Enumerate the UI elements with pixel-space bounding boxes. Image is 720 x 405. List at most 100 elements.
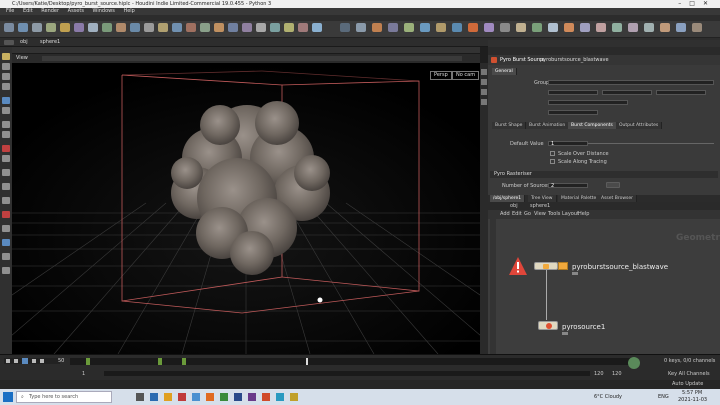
pose-tool-icon[interactable] — [2, 107, 10, 114]
point-snap-icon[interactable] — [2, 197, 10, 204]
app-icon-2[interactable] — [234, 393, 242, 401]
app-icon-3[interactable] — [248, 393, 256, 401]
keyframe[interactable] — [182, 358, 186, 365]
sources-clear-button[interactable] — [606, 182, 620, 188]
flip-tool-icon[interactable] — [420, 23, 430, 32]
back-icon[interactable] — [4, 40, 14, 45]
clock-date[interactable]: 2021-11-03 — [678, 398, 707, 403]
l-system-tool-icon[interactable] — [200, 23, 210, 32]
lock-icon[interactable] — [2, 267, 10, 274]
step-back-icon[interactable] — [14, 359, 18, 363]
network-menu-help[interactable]: Help — [578, 212, 589, 217]
camera-icon[interactable] — [481, 99, 487, 105]
primitive-snap-icon[interactable] — [2, 183, 10, 190]
snap-tool-icon[interactable] — [2, 145, 10, 152]
blastwave-node[interactable] — [534, 262, 558, 270]
default-value-slider[interactable] — [588, 143, 714, 144]
line-tool-icon[interactable] — [88, 23, 98, 32]
burst-shape-tab[interactable]: Burst Shape — [492, 122, 527, 129]
network-tab-material[interactable]: Material Palette — [558, 195, 601, 202]
display-icon[interactable] — [481, 69, 487, 75]
output-attributes-tab[interactable]: Output Attributes — [616, 122, 663, 129]
display-flag[interactable] — [558, 262, 568, 270]
store-icon[interactable] — [178, 393, 186, 401]
pyrosource-node[interactable] — [538, 321, 558, 330]
menu-windows[interactable]: Windows — [93, 8, 115, 14]
menu-render[interactable]: Render — [41, 8, 59, 14]
range-slider[interactable] — [104, 371, 590, 376]
network-menu-edit[interactable]: Edit — [512, 212, 522, 217]
wispy-smoke-tool-icon[interactable] — [676, 23, 686, 32]
menu-help[interactable]: Help — [123, 8, 134, 14]
circle-tool-icon[interactable] — [102, 23, 112, 32]
persp-button[interactable]: Persp — [430, 71, 452, 80]
menu-edit[interactable]: Edit — [23, 8, 33, 14]
dust-puff-tool-icon[interactable] — [692, 23, 702, 32]
window-controls[interactable]: –□✕ — [678, 0, 716, 8]
burst-components-tab[interactable]: Burst Components — [568, 122, 617, 129]
sources-field[interactable]: 2 — [548, 183, 588, 189]
shading-icon[interactable] — [481, 79, 487, 85]
keyframe[interactable] — [86, 358, 90, 365]
network-menu-layout[interactable]: Layout — [562, 212, 579, 217]
collisions-tool-icon[interactable] — [340, 23, 350, 32]
app-icon-5[interactable] — [276, 393, 284, 401]
path-node[interactable]: sphere1 — [40, 40, 60, 45]
keyframe[interactable] — [158, 358, 162, 365]
curve-snap-icon[interactable] — [2, 169, 10, 176]
taskbar-search-box[interactable]: ⌕ Type here to search — [16, 391, 112, 403]
lighting-icon[interactable] — [481, 89, 487, 95]
app-icon-4[interactable] — [262, 393, 270, 401]
brush-tool-icon[interactable] — [2, 131, 10, 138]
network-path-obj[interactable]: obj — [510, 204, 518, 209]
camera-tool-icon[interactable] — [270, 23, 280, 32]
path-obj[interactable]: obj — [20, 40, 28, 45]
network-menu-view[interactable]: View — [534, 212, 546, 217]
vellum-tool-icon[interactable] — [388, 23, 398, 32]
app-icon-6[interactable] — [290, 393, 298, 401]
sphere-tool-icon[interactable] — [18, 23, 28, 32]
range-end[interactable]: 120 — [594, 372, 604, 377]
network-menu-tools[interactable]: Tools — [548, 212, 560, 217]
pyro-rasteriser-section[interactable]: Pyro Rasteriser — [494, 172, 532, 177]
metaball-tool-icon[interactable] — [214, 23, 224, 32]
mode-dropdown[interactable] — [548, 90, 598, 95]
realtime-toggle-icon[interactable] — [628, 357, 640, 369]
smoke-tool-icon[interactable] — [548, 23, 558, 32]
ocean-tool-icon[interactable] — [452, 23, 462, 32]
sparks-tool-icon[interactable] — [660, 23, 670, 32]
camera-button[interactable]: No cam — [452, 71, 480, 80]
edge-icon[interactable] — [150, 393, 158, 401]
shape-dropdown[interactable] — [602, 90, 652, 95]
mail-icon[interactable] — [192, 393, 200, 401]
range-start[interactable]: 1 — [82, 372, 85, 377]
explorer-icon[interactable] — [164, 393, 172, 401]
edge-snap-icon[interactable] — [2, 225, 10, 232]
explosion-tool-icon[interactable] — [580, 23, 590, 32]
timeline-track[interactable] — [70, 358, 630, 365]
spray-paint-tool-icon[interactable] — [158, 23, 168, 32]
node-name-field[interactable]: pyroburstsource_blastwave — [540, 58, 609, 63]
path-tool-icon[interactable] — [144, 23, 154, 32]
network-path-node[interactable]: sphere1 — [530, 204, 550, 209]
clock-time[interactable]: 5:57 PM — [682, 391, 702, 396]
recompute-dropdown[interactable] — [548, 110, 598, 115]
geometry-snap-icon[interactable] — [2, 239, 10, 246]
quick-snap-icon[interactable] — [2, 253, 10, 260]
campfire-tool-icon[interactable] — [628, 23, 638, 32]
jump-end-icon[interactable] — [40, 359, 44, 363]
magnet-icon[interactable] — [2, 211, 10, 218]
playhead[interactable] — [306, 358, 308, 365]
language-indicator[interactable]: ENG — [658, 395, 669, 400]
size-dropdown[interactable] — [656, 90, 706, 95]
curve-tool-icon[interactable] — [116, 23, 126, 32]
draw-curve-tool-icon[interactable] — [130, 23, 140, 32]
flamethrower-tool-icon[interactable] — [644, 23, 654, 32]
playback-controls[interactable] — [4, 358, 60, 364]
windows-start-icon[interactable] — [3, 392, 13, 402]
geo-light-tool-icon[interactable] — [298, 23, 308, 32]
default-value-field[interactable]: 1 — [548, 141, 588, 147]
network-tab-obj[interactable]: /obj/sphere1 — [490, 195, 526, 202]
box-tool-icon[interactable] — [4, 23, 14, 32]
null-tool-icon[interactable] — [74, 23, 84, 32]
